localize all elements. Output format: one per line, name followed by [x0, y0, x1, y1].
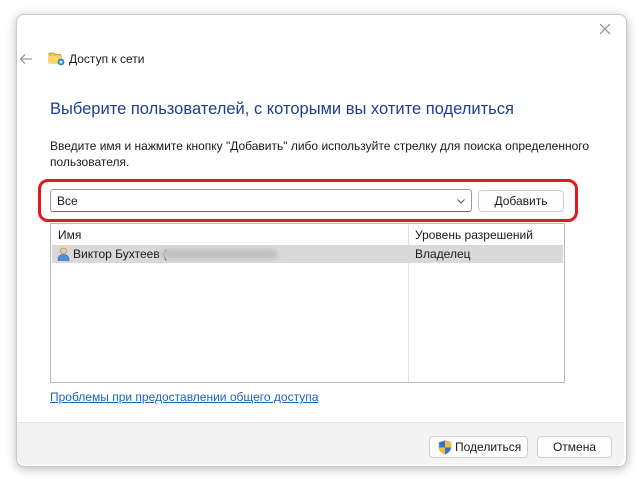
table-row[interactable]: Виктор Бухтеев ( Владелец [52, 245, 563, 263]
blurred-email [160, 249, 278, 259]
column-header-name[interactable]: Имя [58, 226, 81, 244]
user-name: Виктор Бухтеев ( [73, 247, 168, 261]
column-header-permission[interactable]: Уровень разрешений [415, 226, 533, 244]
folder-network-icon [48, 51, 65, 66]
permission-level: Владелец [415, 247, 471, 261]
users-table: Имя Уровень разрешений Виктор Бухтеев ( … [50, 223, 565, 383]
sharing-help-link[interactable]: Проблемы при предоставлении общего досту… [50, 390, 318, 404]
share-button[interactable]: Поделиться [429, 436, 528, 458]
back-arrow-icon [19, 54, 32, 64]
instructions-text: Введите имя и нажмите кнопку "Добавить" … [50, 139, 590, 169]
back-button[interactable] [18, 51, 34, 67]
uac-shield-icon [438, 440, 452, 455]
close-icon [599, 23, 611, 35]
cancel-button[interactable]: Отмена [537, 436, 612, 458]
window-title: Доступ к сети [69, 52, 145, 66]
share-button-label: Поделиться [455, 440, 522, 454]
user-icon [57, 247, 70, 261]
dialog-footer [17, 422, 624, 465]
annotation-highlight [38, 179, 578, 222]
close-button[interactable] [597, 21, 613, 37]
page-heading: Выберите пользователей, с которыми вы хо… [50, 100, 514, 118]
